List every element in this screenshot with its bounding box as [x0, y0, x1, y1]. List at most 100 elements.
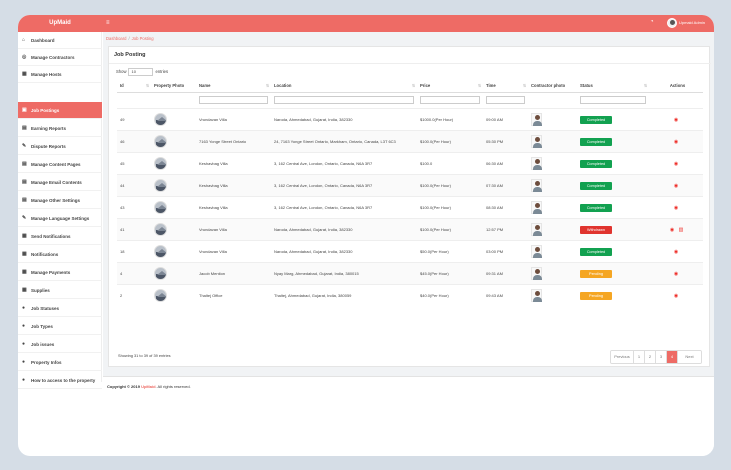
bell-icon[interactable]: ◔: [650, 19, 654, 25]
property-photo: [154, 288, 167, 302]
property-info-icon: ●: [22, 358, 26, 365]
eye-icon[interactable]: ◉: [671, 183, 681, 189]
user-avatar[interactable]: [667, 18, 677, 28]
sidebar-item-property-infos[interactable]: ● Property Infos: [18, 354, 102, 371]
sidebar-item-supplies[interactable]: ▦ Supplies: [18, 282, 102, 299]
status-filter-input[interactable]: [580, 95, 646, 104]
job-price: $45.0(Per Hour): [417, 262, 483, 285]
sidebar-item-property-access[interactable]: ● How to access to the property: [18, 372, 102, 389]
page-2-button[interactable]: 2: [645, 351, 656, 363]
page-4-button[interactable]: 4: [667, 351, 678, 363]
name-filter-input[interactable]: [199, 95, 268, 104]
column-header-name[interactable]: Name ⇅: [196, 80, 271, 93]
notifications-icon: ▦: [22, 250, 27, 257]
sidebar-item-send-notifications[interactable]: ▦ Send Notifications: [18, 228, 102, 245]
sort-icon[interactable]: ⇅: [523, 83, 526, 88]
top-navigation-bar: UpMaid ≡ ◔ Upmaid Admin: [18, 15, 714, 32]
sort-icon[interactable]: ⇅: [146, 83, 149, 88]
sidebar-item-label: Job Postings: [31, 107, 60, 113]
sidebar-item-manage-other-settings[interactable]: ▤ Manage Other Settings: [18, 192, 102, 209]
breadcrumb-home[interactable]: Dashboard: [106, 36, 127, 41]
column-header-id[interactable]: Id ⇅: [117, 80, 151, 93]
sidebar-item-dispute-reports[interactable]: ✎ Dispute Reports: [18, 138, 102, 155]
eye-icon[interactable]: ◉: [671, 205, 681, 211]
sidebar-item-label: Job Statuses: [31, 305, 60, 311]
brand-logo: UpMaid: [49, 20, 71, 26]
sidebar-item-job-types[interactable]: ● Job Types: [18, 318, 102, 335]
column-header-location[interactable]: Location ⇅: [271, 80, 417, 93]
payments-icon: ▦: [22, 268, 27, 275]
entries-select[interactable]: 10: [128, 68, 154, 76]
sidebar-item-dashboard[interactable]: ⌂ Dashboard: [18, 32, 102, 49]
sort-icon[interactable]: ⇅: [478, 83, 481, 88]
column-header-time[interactable]: Time ⇅: [483, 80, 528, 93]
statuses-icon: ●: [22, 304, 26, 311]
job-price: $100.0(Per Hour): [417, 218, 483, 241]
column-header-price[interactable]: Price ⇅: [417, 80, 483, 93]
user-name[interactable]: Upmaid Admin: [679, 20, 705, 25]
table-row[interactable]: 41 Vrundavan Villa Naroda, Ahmedabad, Gu…: [117, 218, 703, 241]
eye-icon[interactable]: ◉: [671, 249, 681, 255]
column-header-contractor-photo[interactable]: Contractor photo: [528, 80, 577, 93]
column-header-property-photo[interactable]: Property Photo: [151, 80, 196, 93]
page-1-button[interactable]: 1: [634, 351, 645, 363]
eye-icon[interactable]: ◉: [671, 139, 681, 145]
sidebar: ⌂ Dashboard ◎ Manage Contractors ▦ Manage H…: [18, 32, 102, 389]
sidebar-item-manage-contractors[interactable]: ◎ Manage Contractors: [18, 49, 102, 66]
price-filter-input[interactable]: [420, 95, 480, 104]
status-badge: Completed: [580, 115, 612, 124]
sidebar-item-manage-payments[interactable]: ▦ Manage Payments: [18, 264, 102, 281]
sidebar-item-manage-content-pages[interactable]: ▤ Manage Content Pages: [18, 156, 102, 173]
job-price: $50.0(Per Hour): [417, 240, 483, 263]
table-row[interactable]: 43 Keshavbag Villa 3, 162 Central Ave, L…: [117, 196, 703, 219]
sidebar-item-job-statuses[interactable]: ● Job Statuses: [18, 300, 102, 317]
property-name: Keshavbag Villa: [196, 174, 271, 197]
next-page-button[interactable]: Next: [678, 351, 701, 363]
sidebar-item-label: Manage Content Pages: [31, 161, 81, 167]
job-id: 4: [117, 262, 151, 285]
table-row[interactable]: 44 Keshavbag Villa 3, 162 Central Ave, L…: [117, 174, 703, 197]
table-row[interactable]: 46 7163 Yonge Street Ontario 24, 7163 Yo…: [117, 130, 703, 153]
hamburger-icon[interactable]: ≡: [106, 19, 110, 27]
sidebar-item-manage-email-contents[interactable]: ▤ Manage Email Contents: [18, 174, 102, 191]
help-icon: ●: [22, 376, 26, 383]
column-header-status[interactable]: Status ⇅: [577, 80, 649, 93]
property-location: 24, 7163 Yonge Street Ontario, Markham, …: [271, 130, 417, 153]
property-photo: [154, 134, 167, 148]
sort-icon[interactable]: ⇅: [412, 83, 415, 88]
eye-icon[interactable]: ◉: [671, 293, 681, 299]
previous-page-button[interactable]: Previous: [611, 351, 634, 363]
sidebar-item-job-issues[interactable]: ● Job issues: [18, 336, 102, 353]
page-3-button[interactable]: 3: [656, 351, 667, 363]
property-name: Jacob Mention: [196, 262, 271, 285]
sidebar-item-earning-reports[interactable]: ▤ Earning Reports: [18, 120, 102, 137]
contractor-photo: [531, 200, 542, 214]
table-row[interactable]: 45 Keshavbag Villa 3, 162 Central Ave, L…: [117, 152, 703, 175]
sort-icon[interactable]: ⇅: [266, 83, 269, 88]
location-filter-input[interactable]: [274, 95, 414, 104]
settings-icon: ▤: [22, 196, 27, 203]
job-price: $100.0(Per Hour): [417, 196, 483, 219]
sidebar-item-manage-hosts[interactable]: ▦ Manage Hosts: [18, 66, 102, 83]
contractor-photo: [531, 178, 542, 192]
status-badge: Completed: [580, 137, 612, 146]
table-row[interactable]: 49 Vrundavan Villa Naroda, Ahmedabad, Gu…: [117, 108, 703, 131]
table-row[interactable]: 4 Jacob Mention Nyay Marg, Ahmedabad, Gu…: [117, 262, 703, 285]
table-row[interactable]: 18 Vrundavan Villa Naroda, Ahmedabad, Gu…: [117, 240, 703, 263]
trash-icon[interactable]: ▥: [677, 227, 685, 233]
sidebar-item-job-postings[interactable]: ▣ Job Postings: [18, 102, 102, 119]
job-time: 03:00 PM: [483, 240, 528, 263]
sidebar-item-notifications[interactable]: ▦ Notifications: [18, 246, 102, 263]
sort-icon[interactable]: ⇅: [644, 83, 647, 88]
table-row[interactable]: 2 Thaltej Office Thaltej, Ahmedabad, Guj…: [117, 284, 703, 307]
property-photo: [154, 200, 167, 214]
sidebar-item-manage-language-settings[interactable]: ✎ Manage Language Settings: [18, 210, 102, 227]
contractor-photo: [531, 222, 542, 236]
sidebar-item-label: Job Types: [31, 323, 53, 329]
eye-icon[interactable]: ◉: [671, 117, 681, 123]
email-icon: ▤: [22, 178, 27, 185]
eye-icon[interactable]: ◉: [667, 227, 677, 233]
eye-icon[interactable]: ◉: [671, 161, 681, 167]
eye-icon[interactable]: ◉: [671, 271, 681, 277]
time-filter-input[interactable]: [486, 95, 525, 104]
